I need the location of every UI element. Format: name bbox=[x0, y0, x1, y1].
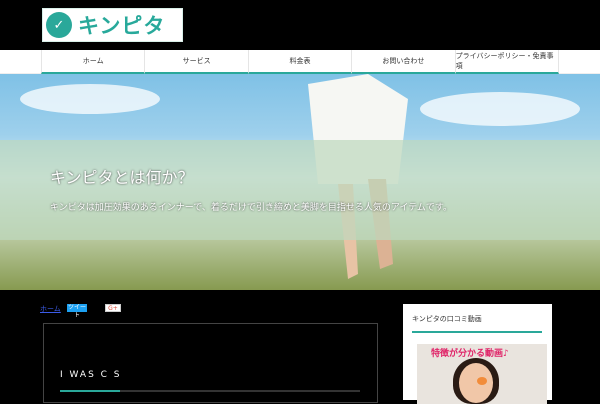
hero-title: キンピタとは何か？ bbox=[50, 168, 194, 187]
sidebar-title: キンピタの口コミ動画 bbox=[412, 315, 482, 323]
sidebar-widget: キンピタの口コミ動画 特徴が分かる動画♪ bbox=[403, 304, 552, 404]
gplus-share-button[interactable]: G+ bbox=[105, 304, 121, 312]
highlight-mark-shape bbox=[477, 377, 487, 385]
person-face-shape bbox=[459, 363, 493, 403]
hero-subtitle: キンピタは加圧効果のあるインナーで、着るだけで引き締めと美脚を目指せる人気のアイ… bbox=[50, 203, 453, 213]
nav-item-home[interactable]: ホーム bbox=[41, 50, 145, 74]
cloud-shape bbox=[20, 84, 160, 114]
hero-overlay-band bbox=[0, 140, 600, 240]
nav-item-privacy[interactable]: プライバシーポリシー・免責事項 bbox=[454, 50, 560, 74]
breadcrumb-home-link[interactable]: ホーム bbox=[40, 304, 61, 314]
sidebar-title-divider bbox=[412, 331, 542, 333]
site-header: ✓ キンピタ bbox=[0, 0, 600, 50]
global-nav: ホーム サービス 料金表 お問い合わせ プライバシーポリシー・免責事項 bbox=[0, 50, 600, 74]
main-content: ホーム ツイート G+ I WAS C S キンピタの口コミ動画 特徴が分かる動… bbox=[0, 290, 600, 404]
nav-item-contact[interactable]: お問い合わせ bbox=[351, 50, 455, 74]
article-heading: I WAS C S bbox=[60, 370, 122, 380]
hero-banner: キンピタとは何か？ キンピタは加圧効果のあるインナーで、着るだけで引き締めと美脚… bbox=[0, 74, 600, 290]
cloud-shape bbox=[420, 92, 580, 126]
video-caption: 特徴が分かる動画♪ bbox=[431, 349, 509, 359]
nav-item-service[interactable]: サービス bbox=[144, 50, 248, 74]
site-logo[interactable]: ✓ キンピタ bbox=[42, 8, 183, 42]
article-box: I WAS C S bbox=[43, 323, 378, 403]
nav-item-price[interactable]: 料金表 bbox=[247, 50, 352, 74]
video-thumbnail[interactable]: 特徴が分かる動画♪ bbox=[417, 344, 547, 404]
twitter-share-button[interactable]: ツイート bbox=[67, 304, 87, 319]
logo-icon: ✓ bbox=[46, 12, 72, 38]
logo-text: キンピタ bbox=[78, 14, 166, 38]
article-divider-accent bbox=[60, 390, 120, 392]
